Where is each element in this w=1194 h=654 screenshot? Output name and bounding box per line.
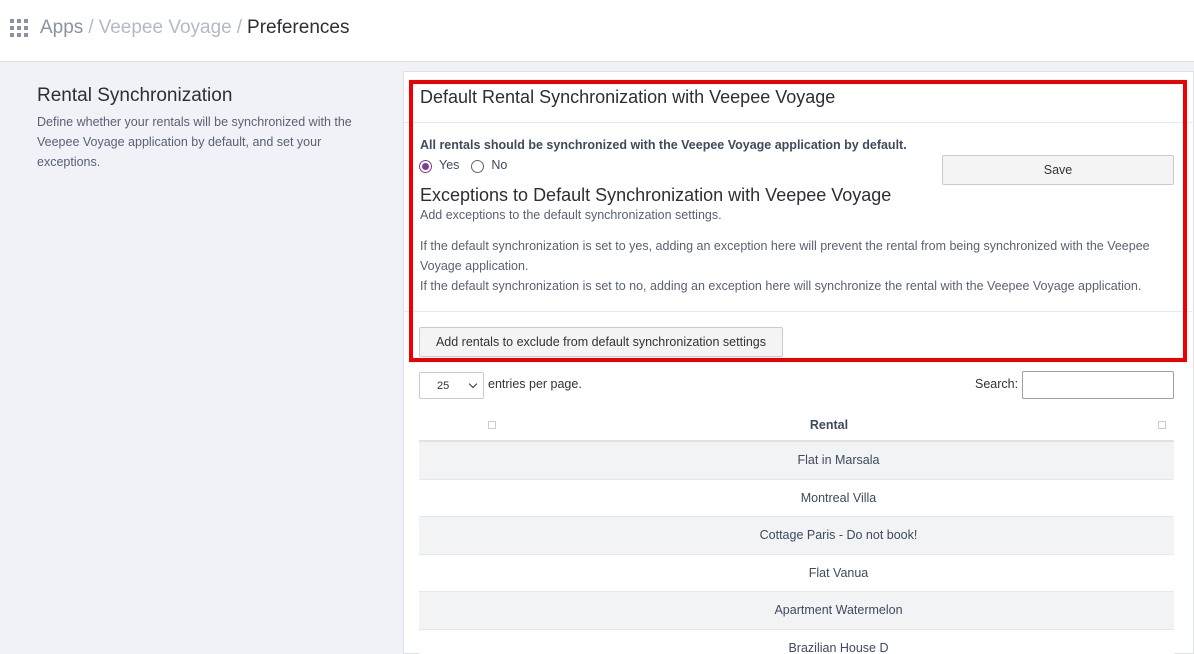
divider	[404, 122, 1194, 123]
apps-grid-icon[interactable]	[10, 19, 28, 37]
table-row[interactable]: Apartment Watermelon	[419, 592, 1174, 630]
radio-yes[interactable]	[419, 160, 432, 173]
table-row[interactable]: Cottage Paris - Do not book!	[419, 517, 1174, 555]
default-sync-radio-group: Yes No	[419, 157, 519, 173]
default-sync-question: All rentals should be synchronized with …	[420, 138, 907, 152]
exceptions-title: Exceptions to Default Synchronization wi…	[420, 185, 892, 205]
table-row[interactable]: Flat in Marsala	[419, 442, 1174, 480]
table-row[interactable]: Flat Vanua	[419, 554, 1174, 592]
radio-yes-label[interactable]: Yes	[439, 158, 459, 172]
exceptions-yes-text: If the default synchronization is set to…	[420, 239, 1150, 273]
breadcrumb: Apps / Veepee Voyage / Preferences	[40, 16, 349, 40]
exceptions-subtitle: Add exceptions to the default synchroniz…	[420, 208, 722, 222]
save-button[interactable]: Save	[942, 155, 1174, 185]
section-title: Rental Synchronization	[37, 85, 233, 106]
entries-per-page-label: entries per page.	[488, 377, 582, 391]
breadcrumb-current: Preferences	[247, 17, 350, 38]
entries-per-page-value: 25	[437, 379, 450, 392]
rentals-table: Rental Flat in Marsala Montreal Villa Co…	[419, 412, 1174, 654]
chevron-down-icon	[468, 379, 478, 389]
sort-icon[interactable]	[1158, 421, 1166, 429]
entries-per-page-select[interactable]: 25	[419, 372, 484, 399]
table-header: Rental	[419, 412, 1174, 442]
breadcrumb-app[interactable]: Veepee Voyage	[99, 17, 232, 38]
search-label: Search:	[975, 377, 1019, 391]
table-row[interactable]: Brazilian House D	[419, 629, 1174, 654]
breadcrumb-separator: /	[88, 17, 94, 38]
breadcrumb-apps[interactable]: Apps	[40, 17, 83, 38]
table-body: Flat in Marsala Montreal Villa Cottage P…	[419, 442, 1174, 654]
exceptions-no-text: If the default synchronization is set to…	[420, 279, 1142, 293]
add-exclusions-button[interactable]: Add rentals to exclude from default sync…	[419, 327, 783, 357]
panel-title: Default Rental Synchronization with Veep…	[420, 87, 836, 107]
breadcrumb-separator: /	[236, 17, 243, 38]
settings-panel: Default Rental Synchronization with Veep…	[403, 71, 1194, 654]
column-header-rental[interactable]: Rental	[419, 418, 1194, 432]
top-bar: Apps / Veepee Voyage / Preferences	[0, 0, 1194, 62]
radio-no-label[interactable]: No	[491, 158, 507, 172]
table-row[interactable]: Montreal Villa	[419, 479, 1174, 517]
divider	[404, 311, 1194, 312]
radio-no[interactable]	[471, 160, 485, 173]
search-input[interactable]	[1022, 371, 1174, 399]
exceptions-description: If the default synchronization is set to…	[420, 236, 1180, 296]
section-description: Define whether your rentals will be sync…	[37, 115, 352, 169]
